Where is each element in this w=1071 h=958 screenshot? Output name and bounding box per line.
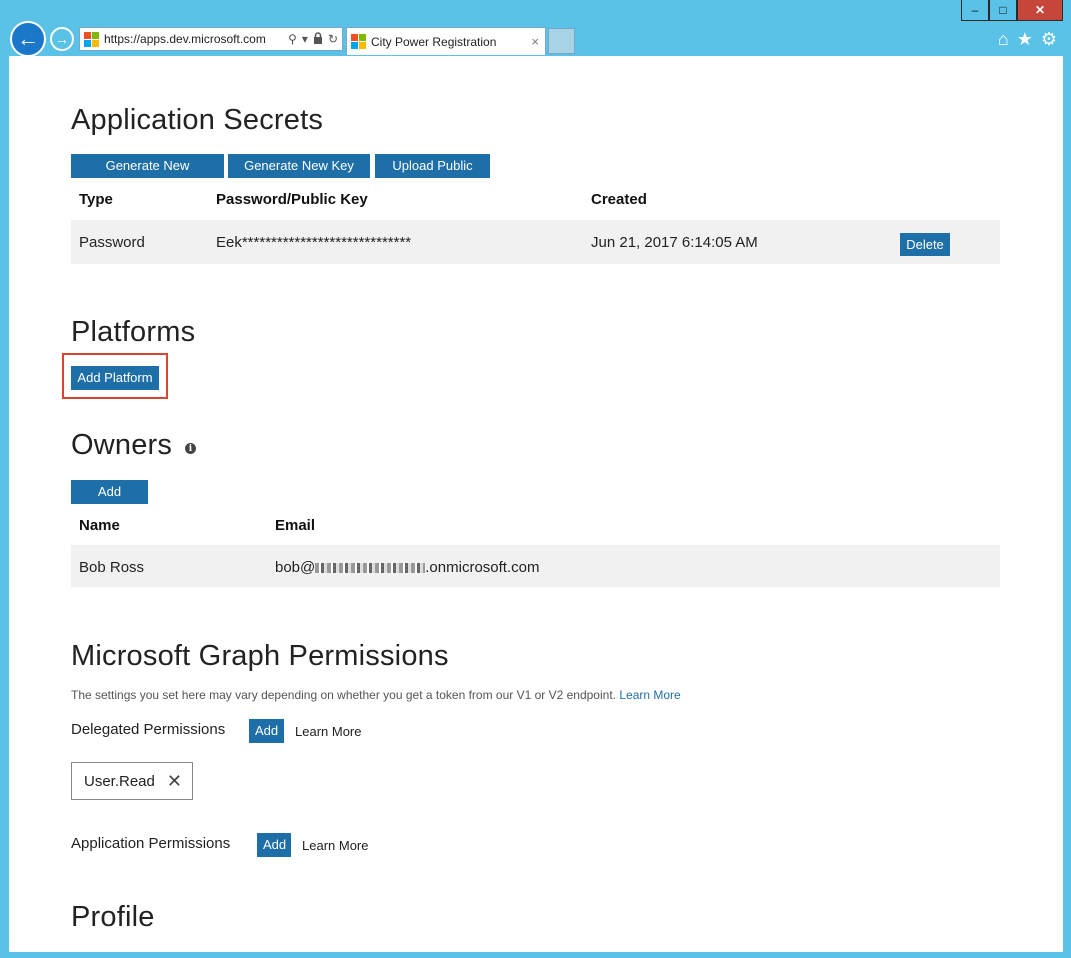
remove-permission-icon[interactable]: ✕ [167,771,182,792]
owner-email: bob@ .onmicrosoft.com [275,559,539,576]
address-url[interactable]: https://apps.dev.microsoft.com [104,32,288,46]
delete-secret-button[interactable]: Delete [900,233,950,256]
column-header-created: Created [591,191,647,208]
application-add-button[interactable]: Add [257,833,291,857]
secret-created: Jun 21, 2017 6:14:05 AM [591,234,758,251]
browser-chrome: – □ ✕ ← → https://apps.dev.microsoft.com… [0,0,1071,57]
column-header-type: Type [79,191,113,208]
address-bar[interactable]: https://apps.dev.microsoft.com ⚲ ▾ ↻ [79,27,343,51]
favorites-icon[interactable]: ★ [1017,29,1033,50]
delegated-learn-more-link[interactable]: Learn More [295,724,361,739]
lock-icon[interactable] [313,31,323,47]
column-header-key: Password/Public Key [216,191,368,208]
window-controls: – □ ✕ [961,0,1063,21]
owners-heading: Owners [71,429,173,461]
column-header-name: Name [79,517,120,534]
graph-permissions-heading: Microsoft Graph Permissions [71,640,449,672]
new-tab-button[interactable] [548,28,575,54]
maximize-button[interactable]: □ [989,0,1017,21]
owner-email-suffix: .onmicrosoft.com [425,559,540,576]
secrets-heading: Application Secrets [71,104,324,136]
tab-favicon-icon [351,34,366,49]
graph-note-learn-more-link[interactable]: Learn More [619,688,680,702]
delegated-permissions-label: Delegated Permissions [71,721,226,738]
delegated-add-button[interactable]: Add [249,719,284,743]
permission-chip-label: User.Read [84,772,155,790]
home-icon[interactable]: ⌂ [998,29,1009,50]
owner-name: Bob Ross [79,559,145,576]
upload-public-key-button[interactable]: Upload Public Key [375,154,490,197]
search-icon[interactable]: ⚲ [288,32,297,47]
browser-tools: ⌂ ★ ⚙ [998,29,1057,50]
application-permissions-label: Application Permissions [71,835,231,852]
close-window-button[interactable]: ✕ [1017,0,1063,21]
application-learn-more-link[interactable]: Learn More [302,838,368,853]
graph-note: The settings you set here may vary depen… [71,688,681,702]
minimize-button[interactable]: – [961,0,989,21]
platforms-heading: Platforms [71,316,196,348]
page-content: ▪▪▪▪▪▪▪▪ ▪▪▪▪ ▪▪▪▪ ▪▪▪▪ ▪▪▪▪▪▪▪▪▪▪▪▪ App… [9,56,1063,952]
column-header-email: Email [275,517,316,534]
truncated-app-id: ▪▪▪▪▪▪▪▪ ▪▪▪▪ ▪▪▪▪ ▪▪▪▪ ▪▪▪▪▪▪▪▪▪▪▪▪ [71,56,270,64]
browser-tab[interactable]: City Power Registration × [346,27,546,55]
table-row: Password Eek****************************… [71,220,1000,264]
redacted-text [315,563,426,574]
tab-close-icon[interactable]: × [531,34,545,49]
owner-email-prefix: bob@ [275,559,316,576]
microsoft-logo-icon [84,31,99,47]
dropdown-icon[interactable]: ▾ [302,32,308,47]
forward-button[interactable]: → [50,27,74,51]
generate-new-key-pair-button[interactable]: Generate New Key Pair [228,154,370,197]
permission-chip: User.Read ✕ [71,762,193,800]
table-row: Bob Ross bob@ .onmicrosoft.com [71,545,1000,587]
secret-key: Eek***************************** [216,234,412,251]
info-icon[interactable]: i [185,443,196,454]
add-owner-button[interactable]: Add Owner [71,480,148,523]
back-button[interactable]: ← [10,21,46,57]
profile-heading: Profile [71,901,155,933]
refresh-icon[interactable]: ↻ [328,32,338,47]
add-platform-button[interactable]: Add Platform [71,366,159,390]
graph-note-text: The settings you set here may vary depen… [71,688,616,702]
secret-type: Password [79,234,145,251]
generate-new-password-button[interactable]: Generate New Password [71,154,224,197]
settings-gear-icon[interactable]: ⚙ [1041,29,1057,50]
tab-title[interactable]: City Power Registration [371,35,531,49]
